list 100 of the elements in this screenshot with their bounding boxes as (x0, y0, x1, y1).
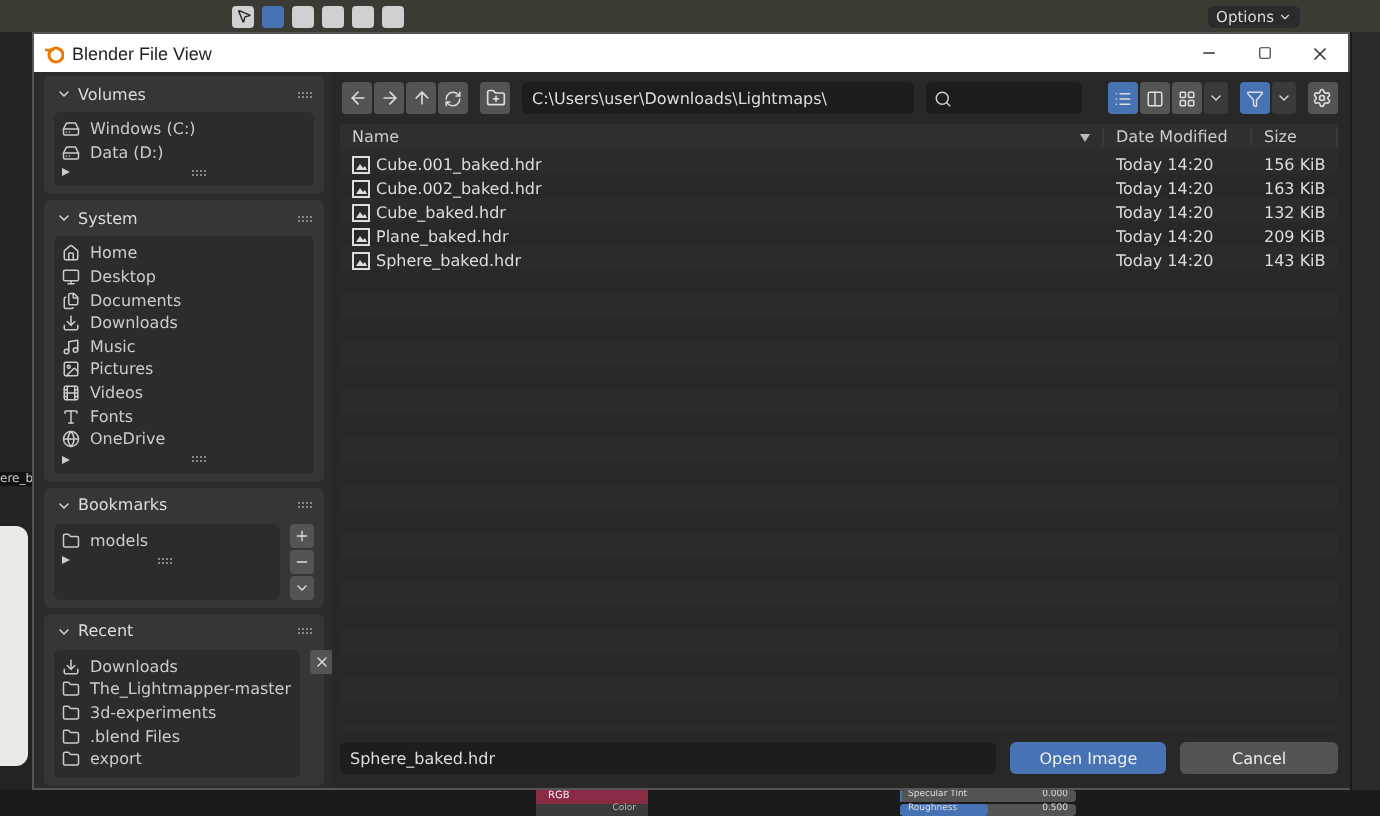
date-cell-text: Today 14:20 (1114, 203, 1216, 221)
sidebar-item[interactable]: Data (D:) (62, 141, 306, 165)
view-mode-button[interactable] (1107, 82, 1138, 114)
close-icon (1310, 43, 1330, 63)
arrow-left-icon (347, 88, 367, 108)
select-mode-icon[interactable] (292, 5, 314, 27)
open-button[interactable]: Open Image (1010, 742, 1167, 774)
font-icon (62, 407, 80, 426)
sidebar-item[interactable]: The_Lightmapper-master (62, 678, 291, 702)
app-logo-icon (44, 43, 64, 63)
cancel-button[interactable]: Cancel (1180, 742, 1338, 774)
image-icon (62, 360, 80, 379)
remove-button[interactable] (290, 549, 314, 574)
column-header[interactable]: Date Modified (1104, 128, 1252, 146)
expand-triangle-icon[interactable] (62, 168, 70, 177)
sidebar-item[interactable]: models (62, 529, 272, 553)
menu-button[interactable] (290, 575, 314, 600)
filter-button[interactable] (1239, 82, 1270, 114)
size-cell-text: 132 KiB (1262, 203, 1328, 221)
search-field[interactable] (926, 82, 1082, 114)
dropdown-button[interactable] (1203, 82, 1228, 114)
panel-header[interactable]: Bookmarks (44, 487, 324, 524)
columns-view-icon (1145, 89, 1164, 107)
file-name: Sphere_baked.hdr (376, 251, 521, 269)
download-icon (62, 314, 80, 333)
grid-view-icon (1177, 89, 1196, 107)
refresh-icon (444, 89, 462, 107)
sidebar-item[interactable]: .blend Files (62, 724, 291, 748)
refresh-button[interactable] (438, 82, 468, 114)
sort-arrow-icon (1080, 133, 1090, 141)
file-name: Cube.002_baked.hdr (376, 179, 542, 197)
expand-triangle-icon[interactable] (62, 455, 70, 464)
date-cell-text: Today 14:20 (1114, 251, 1216, 269)
list-view-icon (1113, 89, 1132, 107)
clear-button[interactable] (309, 649, 333, 674)
filename-field[interactable]: Sphere_baked.hdr (340, 742, 996, 774)
panel-header[interactable]: System (44, 200, 324, 237)
file-name: Plane_baked.hdr (376, 227, 509, 245)
path-field[interactable]: C:\Users\user\Downloads\Lightmaps\ (522, 82, 914, 114)
sidebar-item[interactable]: Pictures (62, 358, 306, 382)
close-icon (313, 653, 329, 670)
file-name: Cube.001_baked.hdr (376, 155, 542, 173)
file-row[interactable]: Plane_baked.hdr Today 14:20 209 KiB (340, 224, 1338, 248)
sidebar-item[interactable]: export (62, 747, 291, 771)
sidebar-item[interactable]: OneDrive (62, 427, 306, 452)
arrow-right-icon (379, 88, 399, 108)
sidebar-item[interactable]: Windows (C:) (62, 118, 306, 142)
image-file-icon (352, 227, 370, 245)
size-cell-text: 143 KiB (1262, 251, 1328, 269)
view-mode-button[interactable] (1139, 82, 1170, 114)
sidebar-item[interactable]: Desktop (62, 265, 306, 289)
file-row[interactable]: Cube.001_baked.hdr Today 14:20 156 KiB (340, 152, 1338, 176)
select-mode-icon[interactable] (382, 5, 404, 27)
sidebar-item[interactable]: 3d-experiments (62, 701, 291, 725)
forward-button[interactable] (374, 82, 404, 114)
size-cell-text: 156 KiB (1262, 155, 1328, 173)
dropdown-button[interactable] (1271, 82, 1296, 114)
sidebar-item[interactable]: Videos (62, 381, 306, 405)
select-mode-icon[interactable] (352, 5, 374, 27)
sidebar-item[interactable]: Home (62, 242, 306, 266)
back-button[interactable] (342, 82, 372, 114)
folder-icon (62, 531, 80, 550)
search-icon (934, 89, 952, 107)
size-cell-text: 209 KiB (1262, 227, 1328, 245)
sidebar-item[interactable]: Downloads (62, 311, 306, 336)
file-row[interactable]: Cube.002_baked.hdr Today 14:20 163 KiB (340, 176, 1338, 200)
arrow-up-icon (411, 88, 431, 108)
music-note-icon (62, 337, 80, 356)
file-row[interactable]: Sphere_baked.hdr Today 14:20 143 KiB (340, 248, 1338, 272)
select-mode-icon[interactable] (322, 5, 344, 27)
select-tool-icon[interactable] (232, 5, 254, 27)
column-header[interactable]: Size (1252, 128, 1338, 146)
add-button[interactable] (290, 523, 314, 548)
settings-icon (1312, 88, 1333, 108)
maximize-icon (1257, 46, 1271, 60)
window-title: Blender File View (72, 43, 212, 63)
sidebar-item[interactable]: Fonts (62, 404, 306, 428)
drive-icon (62, 120, 80, 139)
sidebar-item[interactable]: Music (62, 335, 306, 359)
column-header[interactable]: Name (340, 128, 1104, 146)
drive-icon (62, 143, 80, 162)
settings-button[interactable] (1307, 82, 1338, 114)
cursor-icon (235, 8, 251, 24)
sidebar-item[interactable]: Documents (62, 288, 306, 312)
file-row[interactable]: Cube_baked.hdr Today 14:20 132 KiB (340, 200, 1338, 224)
folder-icon (62, 727, 80, 746)
chevron-down-icon (56, 86, 72, 102)
expand-triangle-icon[interactable] (62, 556, 70, 565)
panel-header[interactable]: Volumes (44, 76, 324, 112)
size-cell-text: 163 KiB (1262, 179, 1328, 197)
folder-icon (62, 704, 80, 723)
film-icon (62, 384, 80, 403)
parent-folder-button[interactable] (406, 82, 436, 114)
sidebar-item[interactable]: Downloads (62, 655, 291, 679)
globe-icon (62, 430, 80, 449)
view-mode-button[interactable] (1171, 82, 1202, 114)
date-cell-text: Today 14:20 (1114, 179, 1216, 197)
new-folder-button[interactable] (480, 82, 510, 114)
image-file-icon (352, 155, 370, 173)
panel-header[interactable]: Recent (44, 613, 324, 650)
